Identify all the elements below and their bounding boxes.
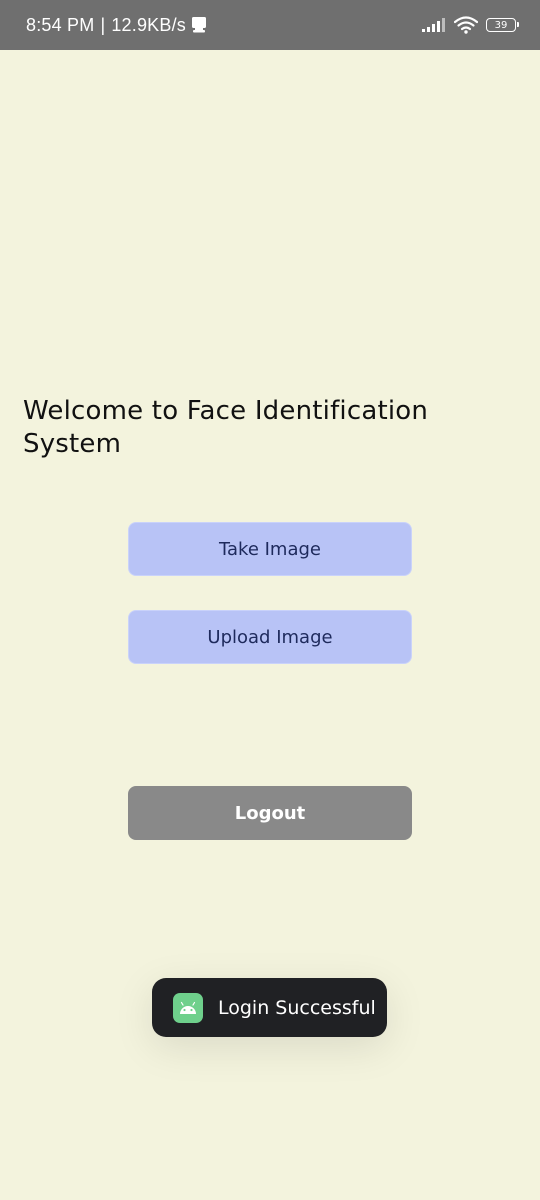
screenshot-icon: [190, 16, 208, 34]
toast-notification: Login Successful: [152, 978, 387, 1037]
status-separator: |: [100, 14, 106, 35]
take-image-button[interactable]: Take Image: [128, 522, 412, 576]
android-icon: [173, 992, 203, 1023]
status-left: 8:54 PM | 12.9KB/s: [26, 15, 208, 36]
logout-label: Logout: [234, 802, 306, 824]
status-right: 39: [422, 16, 519, 34]
status-time: 8:54 PM: [26, 14, 95, 35]
wifi-icon: [454, 16, 478, 34]
cell-signal-icon: [422, 18, 446, 32]
upload-image-label: Upload Image: [207, 626, 333, 648]
welcome-title: Welcome to Face Identification System: [23, 396, 429, 459]
toast-message: Login Successful: [218, 996, 376, 1019]
status-bar: 8:54 PM | 12.9KB/s 39: [0, 0, 540, 50]
battery-icon: 39: [486, 18, 519, 32]
upload-image-button[interactable]: Upload Image: [128, 610, 412, 664]
network-speed: 12.9KB/s: [111, 14, 186, 35]
battery-level: 39: [494, 19, 508, 31]
logout-button[interactable]: Logout: [128, 786, 412, 840]
take-image-label: Take Image: [219, 538, 321, 560]
